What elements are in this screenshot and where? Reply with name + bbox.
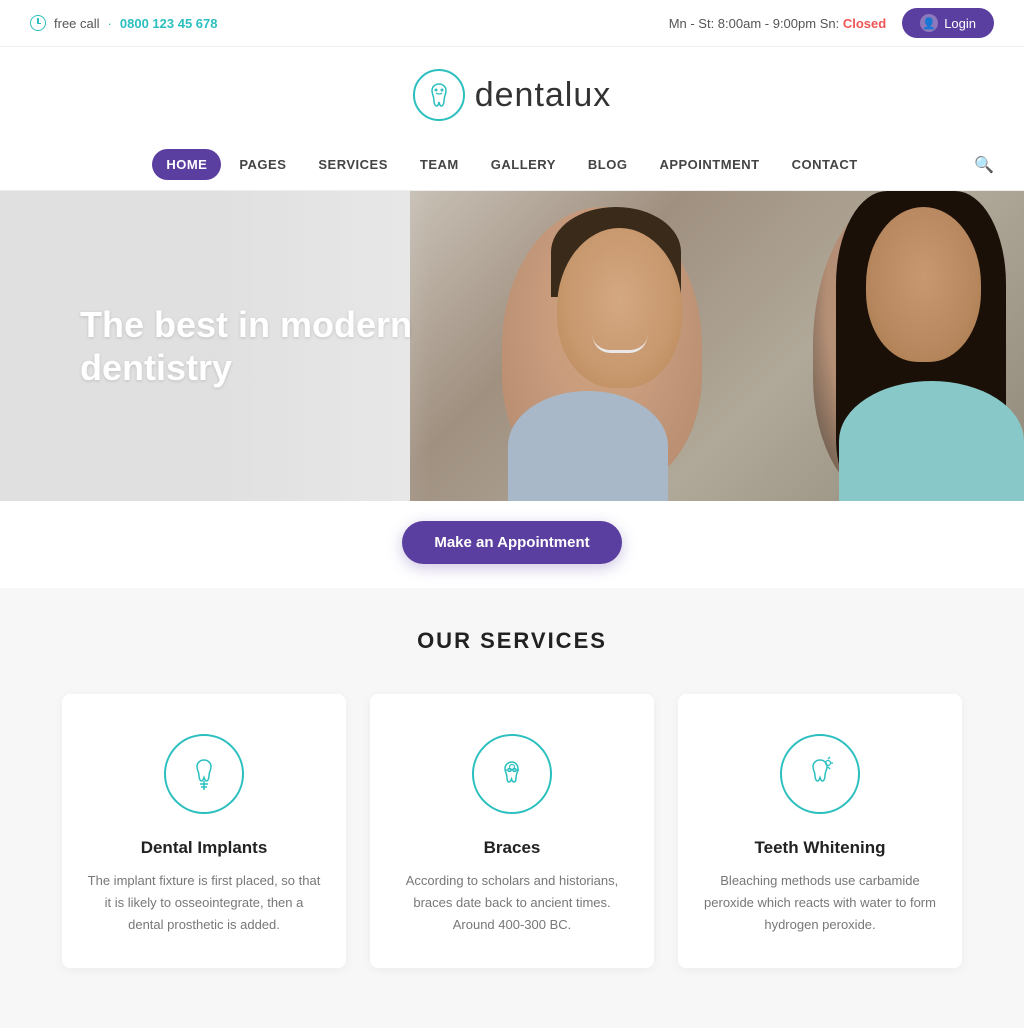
services-title: OUR SERVICES — [30, 628, 994, 654]
hero-male-smile — [592, 335, 647, 353]
services-grid: Dental Implants The implant fixture is f… — [62, 694, 962, 968]
main-nav: HOME PAGES SERVICES TEAM GALLERY BLOG AP… — [0, 139, 1024, 191]
nav-link-appointment[interactable]: APPOINTMENT — [645, 149, 773, 180]
separator: · — [108, 16, 112, 31]
nav-link-team[interactable]: TEAM — [406, 149, 473, 180]
hero-female-shirt — [839, 381, 1024, 501]
clock-icon — [30, 15, 46, 31]
service-name-braces: Braces — [394, 838, 630, 858]
free-call-label: free call — [54, 16, 100, 31]
service-desc-whitening: Bleaching methods use carbamide peroxide… — [702, 870, 938, 936]
nav-link-home[interactable]: HOME — [152, 149, 221, 180]
hero-male-face — [557, 228, 682, 388]
service-card-whitening: Teeth Whitening Bleaching methods use ca… — [678, 694, 962, 968]
logo-icon — [413, 69, 465, 121]
logo-link[interactable]: dentalux — [413, 69, 612, 121]
service-desc-braces: According to scholars and historians, br… — [394, 870, 630, 936]
nav-link-gallery[interactable]: GALLERY — [477, 149, 570, 180]
top-bar: free call · 0800 123 45 678 Mn - St: 8:0… — [0, 0, 1024, 47]
nav-item-team[interactable]: TEAM — [406, 149, 473, 180]
hero-section: The best in modern dentistry — [0, 191, 1024, 501]
login-button[interactable]: 👤 Login — [902, 8, 994, 38]
braces-icon — [472, 734, 552, 814]
service-card-implants: Dental Implants The implant fixture is f… — [62, 694, 346, 968]
whitening-svg — [800, 754, 840, 794]
closed-label: Closed — [843, 16, 886, 31]
nav-list: HOME PAGES SERVICES TEAM GALLERY BLOG AP… — [152, 139, 871, 190]
appointment-section: Make an Appointment — [0, 501, 1024, 588]
nav-link-pages[interactable]: PAGES — [225, 149, 300, 180]
hero-female-face — [866, 207, 981, 362]
nav-item-blog[interactable]: BLOG — [574, 149, 642, 180]
login-label: Login — [944, 16, 976, 31]
top-bar-right: Mn - St: 8:00am - 9:00pm Sn: Closed 👤 Lo… — [669, 8, 994, 38]
hero-title: The best in modern dentistry — [80, 303, 440, 389]
services-section: OUR SERVICES Dental Implants The implant… — [0, 588, 1024, 1028]
service-desc-implants: The implant fixture is first placed, so … — [86, 870, 322, 936]
braces-svg — [492, 754, 532, 794]
hero-male-shirt — [508, 391, 668, 501]
nav-item-contact[interactable]: CONTACT — [778, 149, 872, 180]
nav-item-appointment[interactable]: APPOINTMENT — [645, 149, 773, 180]
nav-item-gallery[interactable]: GALLERY — [477, 149, 570, 180]
tooth-logo-svg — [424, 80, 454, 110]
user-icon: 👤 — [920, 14, 938, 32]
nav-link-blog[interactable]: BLOG — [574, 149, 642, 180]
search-icon: 🔍 — [974, 157, 994, 174]
phone-number: 0800 123 45 678 — [120, 16, 218, 31]
whitening-icon — [780, 734, 860, 814]
nav-item-home[interactable]: HOME — [152, 149, 221, 180]
service-card-braces: Braces According to scholars and histori… — [370, 694, 654, 968]
service-name-implants: Dental Implants — [86, 838, 322, 858]
nav-link-contact[interactable]: CONTACT — [778, 149, 872, 180]
hours-text: Mn - St: 8:00am - 9:00pm Sn: Closed — [669, 16, 887, 31]
implant-svg — [184, 754, 224, 794]
nav-item-pages[interactable]: PAGES — [225, 149, 300, 180]
dental-implants-icon — [164, 734, 244, 814]
top-bar-contact: free call · 0800 123 45 678 — [30, 15, 217, 31]
hero-content: The best in modern dentistry — [0, 303, 520, 389]
service-name-whitening: Teeth Whitening — [702, 838, 938, 858]
nav-link-services[interactable]: SERVICES — [304, 149, 402, 180]
site-header: dentalux — [0, 47, 1024, 139]
search-button[interactable]: 🔍 — [974, 155, 994, 175]
appointment-button[interactable]: Make an Appointment — [402, 521, 621, 564]
nav-item-services[interactable]: SERVICES — [304, 149, 402, 180]
logo-text: dentalux — [475, 76, 612, 115]
